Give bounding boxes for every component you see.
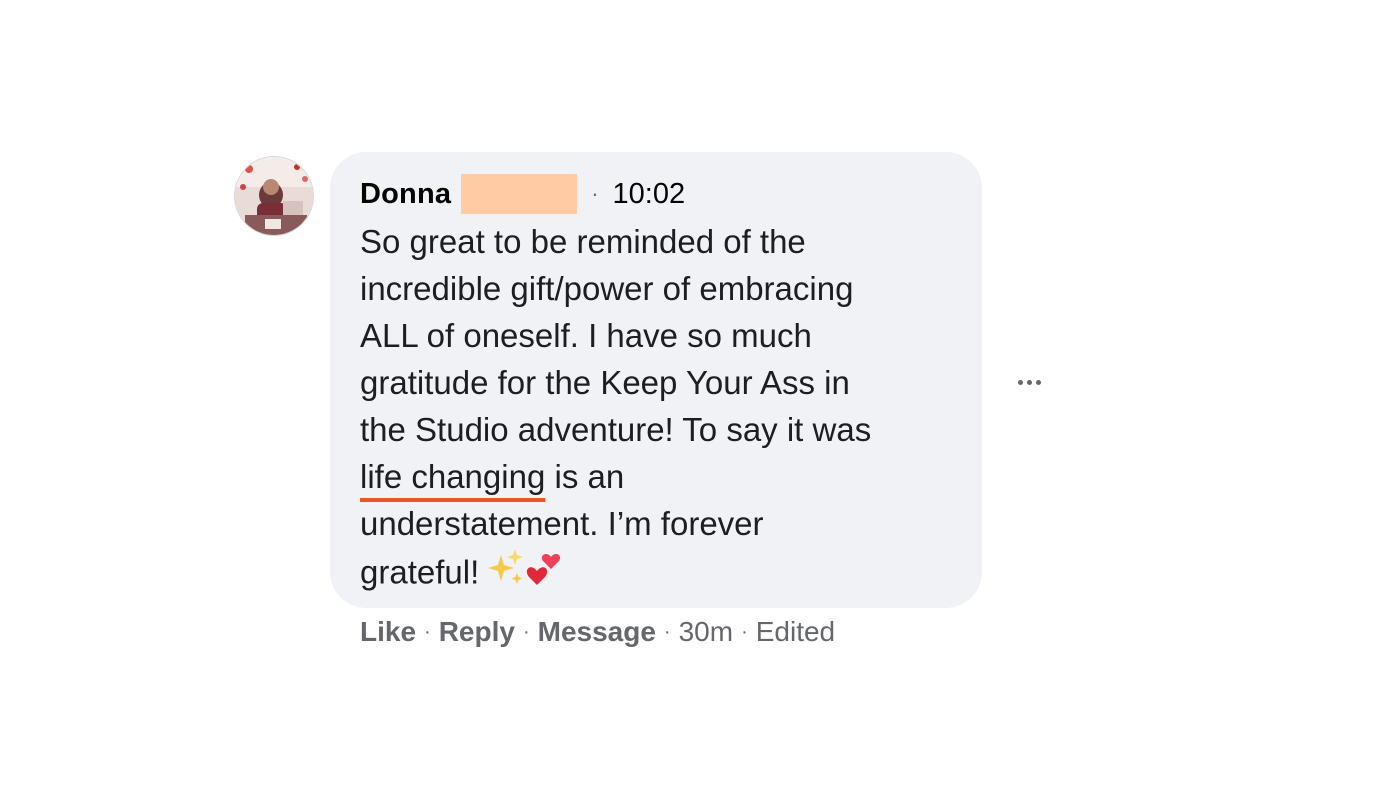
comment-actions: Like · Reply · Message · 30m · Edited <box>360 612 835 652</box>
avatar-image <box>235 157 313 235</box>
two-hearts-emoji <box>527 554 561 585</box>
action-separator: · <box>522 620 530 643</box>
comment-time[interactable]: 10:02 <box>613 178 686 211</box>
underlined-phrase: life changing <box>360 458 546 495</box>
comment-line: ALL of oneself. I have so much <box>360 317 812 354</box>
comment-line-last: grateful! <box>360 547 960 603</box>
comment-fragment: is an <box>545 458 625 495</box>
header-separator: · <box>591 181 599 206</box>
comment-line: understatement. I’m forever <box>360 505 764 542</box>
message-button[interactable]: Message <box>538 616 656 648</box>
comment-line: So great to be reminded of the <box>360 223 806 260</box>
comment-stage: Donna · 10:02 So great to be reminded of… <box>0 0 1400 800</box>
like-button[interactable]: Like <box>360 616 416 648</box>
comment-bubble: Donna · 10:02 So great to be reminded of… <box>330 152 982 608</box>
comment-header: Donna · 10:02 <box>360 172 952 216</box>
redacted-surname <box>461 174 578 214</box>
action-separator: · <box>741 620 748 643</box>
emoji-group <box>487 547 565 603</box>
comment-line: gratitude for the Keep Your Ass in <box>360 364 850 401</box>
comment-line-underlined: life changing is an <box>360 453 960 500</box>
comment-text: So great to be reminded of the incredibl… <box>360 218 960 603</box>
more-options-button[interactable] <box>1008 368 1050 396</box>
action-separator: · <box>424 620 431 643</box>
comment-line: the Studio adventure! To say it was <box>360 411 872 448</box>
comment-line: incredible gift/power of embracing <box>360 270 854 307</box>
more-options-icon <box>1017 379 1023 385</box>
edited-label[interactable]: Edited <box>756 616 835 648</box>
avatar[interactable] <box>234 156 314 236</box>
sparkles-emoji <box>488 549 524 584</box>
action-separator: · <box>663 620 671 643</box>
comment-age[interactable]: 30m <box>679 616 733 648</box>
reply-button[interactable]: Reply <box>439 616 515 648</box>
author-name[interactable]: Donna <box>360 178 451 211</box>
comment-fragment: grateful! <box>360 553 480 591</box>
